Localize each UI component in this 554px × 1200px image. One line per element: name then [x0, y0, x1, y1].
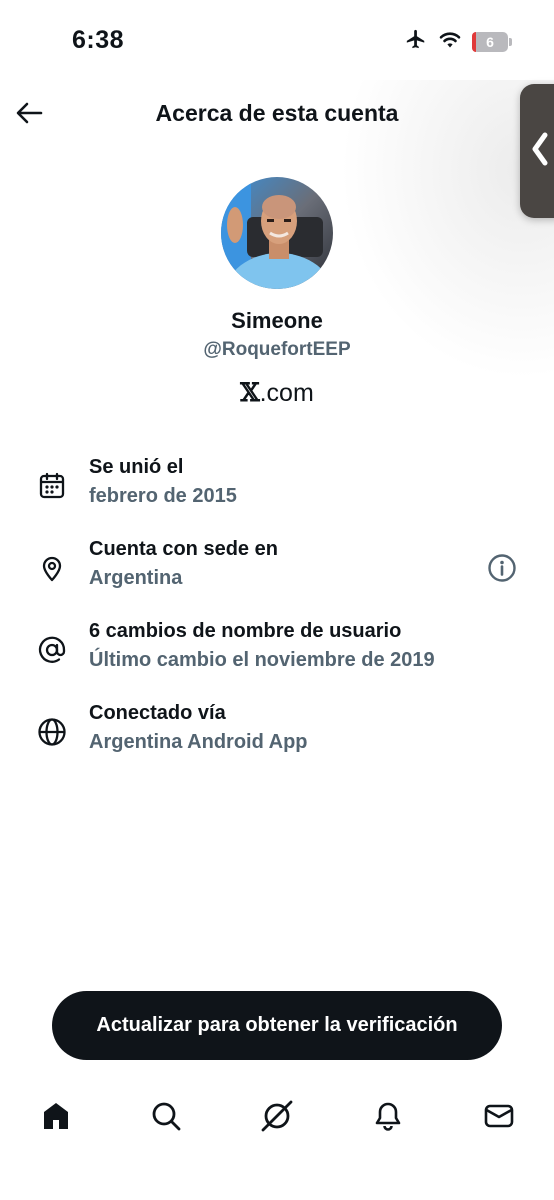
- info-value: febrero de 2015: [89, 485, 237, 507]
- battery-level-text: 6: [486, 33, 494, 50]
- status-bar: 6:38 6: [0, 0, 554, 80]
- chevron-left-icon: [531, 132, 549, 171]
- site-domain: .com: [259, 379, 314, 407]
- wifi-icon: [438, 29, 462, 54]
- info-title: Se unió el: [89, 456, 184, 478]
- at-sign-icon: [36, 634, 68, 666]
- info-item-location: Cuenta con sede en Argentina: [0, 538, 554, 600]
- search-icon[interactable]: [146, 1096, 186, 1136]
- grok-icon[interactable]: [257, 1096, 297, 1136]
- get-verified-button[interactable]: Actualizar para obtener la verificación: [52, 991, 502, 1060]
- status-icons: 6: [404, 28, 512, 55]
- info-value: Último cambio el noviembre de 2019: [89, 649, 435, 671]
- status-time: 6:38: [72, 26, 125, 54]
- info-circle-icon[interactable]: [486, 552, 518, 584]
- profile-handle: @RoquefortEEP: [203, 339, 351, 360]
- info-title: 6 cambios de nombre de usuario: [89, 620, 402, 642]
- profile-name: Simeone: [231, 308, 323, 333]
- home-icon[interactable]: [36, 1096, 76, 1136]
- notifications-bell-icon[interactable]: [368, 1096, 408, 1136]
- profile-site: 𝕏.com: [0, 378, 554, 408]
- info-value: Argentina Android App: [89, 731, 308, 753]
- info-item-joined: Se unió el febrero de 2015: [0, 456, 554, 518]
- airplane-mode-icon: [404, 28, 428, 55]
- messages-envelope-icon[interactable]: [479, 1096, 519, 1136]
- calendar-icon: [36, 470, 68, 502]
- info-value: Argentina: [89, 567, 183, 589]
- battery-icon: 6: [472, 31, 512, 52]
- info-title: Cuenta con sede en: [89, 538, 278, 560]
- side-panel-handle[interactable]: [520, 84, 554, 218]
- info-title: Conectado vía: [89, 702, 226, 724]
- page-header: Acerca de esta cuenta: [0, 86, 554, 142]
- x-logo: 𝕏: [240, 378, 260, 407]
- location-pin-icon: [36, 552, 68, 584]
- avatar: [221, 177, 333, 289]
- info-item-username-changes: 6 cambios de nombre de usuario Último ca…: [0, 620, 554, 682]
- globe-icon: [36, 716, 68, 748]
- bottom-tab-bar: [0, 1080, 554, 1152]
- page-title: Acerca de esta cuenta: [155, 100, 399, 126]
- info-item-connected-via: Conectado vía Argentina Android App: [0, 702, 554, 764]
